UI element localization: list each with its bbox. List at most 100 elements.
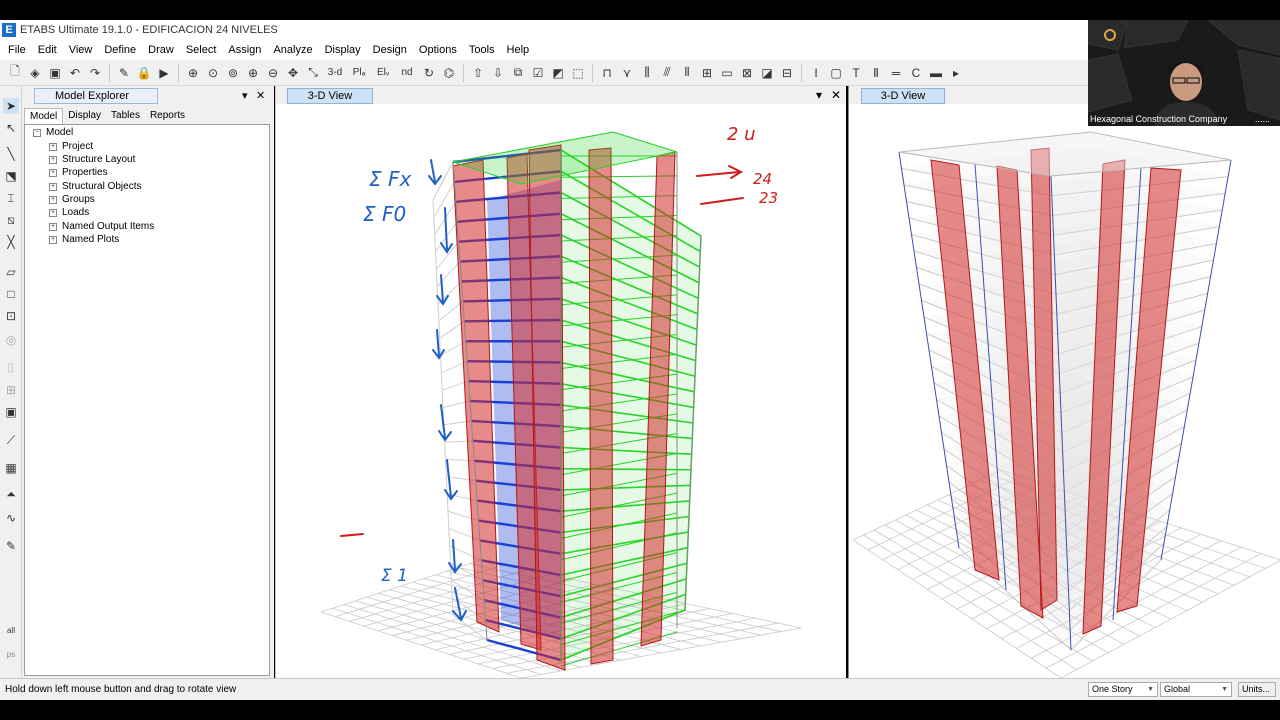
move-up-icon[interactable]: ⇧ — [469, 64, 487, 82]
select-all-icon[interactable]: all — [3, 622, 19, 638]
run-analysis-icon[interactable]: ▶ — [155, 64, 173, 82]
perspective-icon[interactable]: ⌬ — [440, 64, 458, 82]
section-angle-icon[interactable]: ═ — [887, 64, 905, 82]
tree-item-project[interactable]: + Project — [49, 141, 93, 152]
quick-wall-icon[interactable]: ⊞ — [3, 382, 19, 398]
draw-secondary-icon[interactable]: ⫴ — [678, 64, 696, 82]
menu-assign[interactable]: Assign — [222, 44, 267, 56]
pointer-icon[interactable]: ➤ — [3, 98, 19, 114]
zoom-restore-icon[interactable]: ⊙ — [204, 64, 222, 82]
view-elevation-button[interactable]: Elᵥ — [372, 64, 394, 82]
building-model-left[interactable]: Σ Fx Σ F0 Σ 1 2 u 24 23 — [276, 104, 847, 678]
draw-opening-icon[interactable]: ⊠ — [738, 64, 756, 82]
tab-model[interactable]: Model — [24, 108, 64, 124]
menu-edit[interactable]: Edit — [32, 44, 63, 56]
display-options-icon[interactable]: ⬚ — [569, 64, 587, 82]
building-model-right[interactable] — [849, 104, 1280, 678]
zoom-full-icon[interactable]: ⊚ — [224, 64, 242, 82]
tree-item-structural-objects[interactable]: + Structural Objects — [49, 181, 141, 192]
view-dropdown-icon[interactable]: ▾ — [816, 88, 822, 102]
draw-spring-icon[interactable]: ∿ — [3, 510, 19, 526]
units-button[interactable]: Units... — [1238, 682, 1276, 697]
section-i-icon[interactable]: I — [807, 64, 825, 82]
draw-brace-icon[interactable]: ⋎ — [618, 64, 636, 82]
draw-beams-icon[interactable]: ⫻ — [658, 64, 676, 82]
tree-item-groups[interactable]: + Groups — [49, 194, 95, 205]
draw-rectangle-icon[interactable]: □ — [3, 286, 19, 302]
coordinate-system-selector[interactable]: Global ▼ — [1160, 682, 1232, 697]
set-display-icon[interactable]: ◩ — [549, 64, 567, 82]
object-shrink-icon[interactable]: ⧉ — [509, 64, 527, 82]
section-channel-icon[interactable]: Ⅱ — [867, 64, 885, 82]
menu-help[interactable]: Help — [501, 44, 536, 56]
draw-slab-icon[interactable]: ▭ — [718, 64, 736, 82]
view-tab-right[interactable]: 3-D View — [861, 88, 945, 104]
reshape-icon[interactable]: ↖ — [3, 120, 19, 136]
menu-view[interactable]: View — [63, 44, 99, 56]
tab-display[interactable]: Display — [63, 108, 106, 124]
undo-icon[interactable]: ↶ — [66, 64, 84, 82]
draw-line-icon[interactable]: ╲ — [3, 146, 19, 162]
view-3d-button[interactable]: 3-d — [324, 64, 346, 82]
story-selector[interactable]: One Story ▼ — [1088, 682, 1158, 697]
draw-dimension-icon[interactable]: ✎ — [3, 538, 19, 554]
check-icon[interactable]: ☑ — [529, 64, 547, 82]
3d-view-left[interactable]: 3-D View ▾ ✕ Σ Fx Σ F0 Σ 1 2 u 24 23 — [275, 86, 846, 678]
draw-opening-left-icon[interactable]: ▣ — [3, 404, 19, 420]
view-close-icon[interactable]: ✕ — [831, 88, 841, 102]
draw-columns-icon[interactable]: ⫼ — [638, 64, 656, 82]
menu-options[interactable]: Options — [413, 44, 463, 56]
tree-item-named-output-items[interactable]: + Named Output Items — [49, 221, 154, 232]
view-plan-button[interactable]: Plₐ — [348, 64, 370, 82]
view-nd-button[interactable]: nd — [396, 64, 418, 82]
menu-analyze[interactable]: Analyze — [267, 44, 318, 56]
menu-define[interactable]: Define — [98, 44, 142, 56]
section-box-icon[interactable]: ▢ — [827, 64, 845, 82]
draw-tendon-icon[interactable]: ⏶ — [3, 486, 19, 502]
tree-item-named-plots[interactable]: + Named Plots — [49, 234, 119, 245]
menu-display[interactable]: Display — [319, 44, 367, 56]
draw-frame-icon[interactable]: ⊓ — [598, 64, 616, 82]
zoom-out-icon[interactable]: ⊖ — [264, 64, 282, 82]
menu-file[interactable]: File — [2, 44, 32, 56]
save-icon[interactable]: ▣ — [46, 64, 64, 82]
tab-reports[interactable]: Reports — [145, 108, 190, 124]
move-down-icon[interactable]: ⇩ — [489, 64, 507, 82]
tab-tables[interactable]: Tables — [106, 108, 145, 124]
draw-ramp-icon[interactable]: ◪ — [758, 64, 776, 82]
quick-area-icon[interactable]: ⊡ — [3, 308, 19, 324]
previous-selection-icon[interactable]: ps — [3, 646, 19, 662]
tree-item-properties[interactable]: + Properties — [49, 167, 108, 178]
tree-item-loads[interactable]: + Loads — [49, 207, 89, 218]
rotate-icon[interactable]: ↻ — [420, 64, 438, 82]
menu-select[interactable]: Select — [180, 44, 223, 56]
zoom-in-icon[interactable]: ⊕ — [244, 64, 262, 82]
draw-wall-icon[interactable]: ⊞ — [698, 64, 716, 82]
draw-circle-icon[interactable]: ◎ — [3, 332, 19, 348]
open-model-icon[interactable]: ◈ — [26, 64, 44, 82]
zoom-window-icon[interactable]: ⊕ — [184, 64, 202, 82]
draw-brace-left-icon[interactable]: ╳ — [3, 234, 19, 250]
section-c-icon[interactable]: C — [907, 64, 925, 82]
tree-root-model[interactable]: − Model — [33, 127, 73, 138]
pencil-icon[interactable]: ✎ — [115, 64, 133, 82]
view-tab-left[interactable]: 3-D View — [287, 88, 373, 104]
draw-polygon-icon[interactable]: ▱ — [3, 264, 19, 280]
draw-grid-icon[interactable]: ▦ — [3, 460, 19, 476]
menu-draw[interactable]: Draw — [142, 44, 180, 56]
rubber-band-icon[interactable]: ⤡ — [304, 64, 322, 82]
3d-view-right[interactable]: 3-D View — [848, 86, 1280, 678]
section-t-icon[interactable]: T — [847, 64, 865, 82]
new-model-icon[interactable]: 🗋 — [6, 64, 24, 82]
draw-beam-icon[interactable]: ⬔ — [3, 168, 19, 184]
quick-draw-icon[interactable]: ⧅ — [3, 212, 19, 228]
toolbar-more-icon[interactable]: ▸ — [947, 64, 965, 82]
explorer-dropdown-icon[interactable]: ▾ — [242, 89, 248, 102]
menu-tools[interactable]: Tools — [463, 44, 501, 56]
draw-wall-left-icon[interactable]: ⌷ — [3, 360, 19, 376]
tree-item-structure-layout[interactable]: + Structure Layout — [49, 154, 135, 165]
lock-icon[interactable]: 🔒 — [135, 64, 153, 82]
explorer-close-icon[interactable]: ✕ — [256, 89, 265, 102]
pan-icon[interactable]: ✥ — [284, 64, 302, 82]
draw-column-icon[interactable]: ⌶ — [3, 190, 19, 206]
